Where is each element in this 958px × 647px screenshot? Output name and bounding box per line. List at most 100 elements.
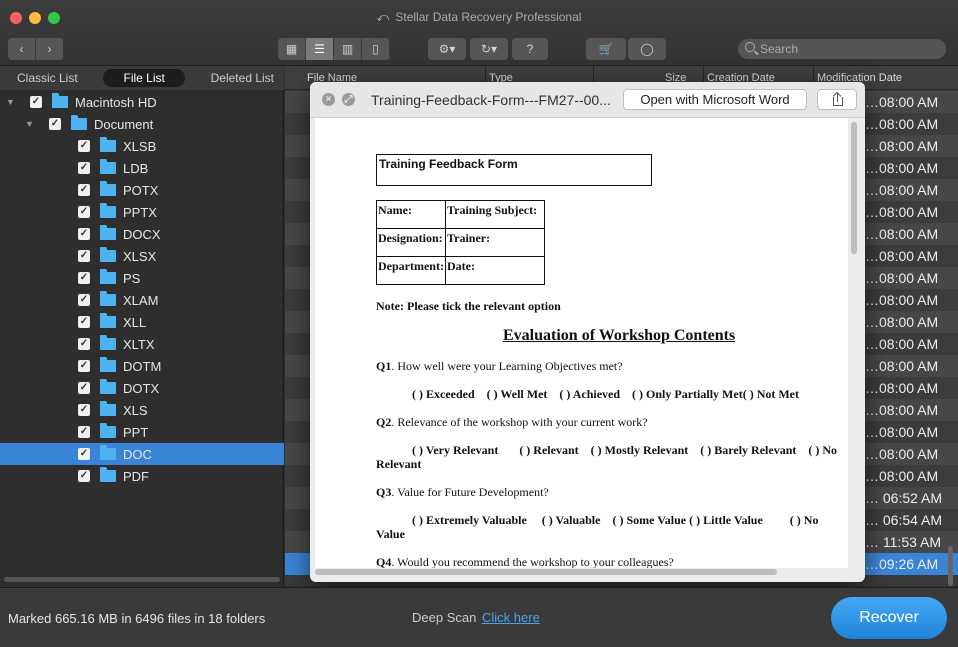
tree-item[interactable]: ✓ PPT	[0, 421, 284, 443]
sidebar-scrollbar[interactable]	[4, 577, 280, 582]
folder-icon	[100, 159, 116, 174]
checkbox[interactable]: ✓	[78, 228, 90, 240]
tree-item[interactable]: ✓ DOTX	[0, 377, 284, 399]
modification-date-cell: …08:00 AM	[865, 138, 939, 154]
checkbox[interactable]: ✓	[78, 360, 90, 372]
help-button[interactable]: ?	[512, 38, 548, 60]
info-cell: Trainer:	[445, 228, 545, 257]
modification-date-cell: …08:00 AM	[865, 182, 939, 198]
preview-window: × ⤢ Training-Feedback-Form---FM27--00...…	[310, 82, 865, 582]
question-number: Q4	[376, 555, 392, 568]
preview-vertical-scrollbar[interactable]	[851, 122, 857, 254]
tree-item[interactable]: ✓ POTX	[0, 179, 284, 201]
tree-item[interactable]: ✓ XLS	[0, 399, 284, 421]
column-view-icon[interactable]: ▥	[334, 38, 362, 60]
checkbox[interactable]: ✓	[78, 206, 90, 218]
tree-item[interactable]: ✓ XLSX	[0, 245, 284, 267]
modification-date-cell: …08:00 AM	[865, 380, 939, 396]
tree-item-label: XLSB	[123, 138, 157, 154]
checkbox[interactable]: ✓	[78, 382, 90, 394]
share-button[interactable]	[817, 89, 857, 110]
tree-item[interactable]: ✓ XLL	[0, 311, 284, 333]
tree-item[interactable]: ✓ PS	[0, 267, 284, 289]
tree-item[interactable]: ✓ XLTX	[0, 333, 284, 355]
chevron-left-icon[interactable]: ‹	[8, 38, 36, 60]
table-scrollbar[interactable]	[948, 546, 953, 586]
close-icon[interactable]: ×	[322, 93, 335, 106]
modification-date-cell: … 06:52 AM	[865, 490, 943, 506]
checkbox[interactable]: ✓	[78, 470, 90, 482]
checkbox[interactable]: ✓	[78, 316, 90, 328]
checkbox[interactable]: ✓	[78, 448, 90, 460]
history-button[interactable]: ↻▾	[470, 38, 508, 60]
question-number: Q2	[376, 415, 392, 429]
folder-icon	[100, 291, 116, 306]
modification-date-cell: … 06:54 AM	[865, 512, 943, 528]
question-text: . Relevance of the workshop with your cu…	[391, 415, 648, 429]
info-cell: Department:	[376, 256, 446, 285]
folder-icon	[71, 115, 87, 130]
checkbox[interactable]: ✓	[78, 272, 90, 284]
question-number: Q1	[376, 359, 392, 373]
tree-item[interactable]: ✓ DOCX	[0, 223, 284, 245]
tree-item[interactable]: ✓ PPTX	[0, 201, 284, 223]
checkbox[interactable]: ✓	[78, 140, 90, 152]
tree-item[interactable]: ✓ XLAM	[0, 289, 284, 311]
tree-item-label: XLTX	[123, 336, 155, 352]
fullscreen-icon[interactable]: ⤢	[342, 93, 355, 106]
question-1: Q1. How well were your Learning Objectiv…	[376, 359, 623, 374]
disclosure-triangle-icon[interactable]: ▼	[25, 119, 35, 129]
tree-item[interactable]: ✓ LDB	[0, 157, 284, 179]
document-page: Training Feedback Form Name: Training Su…	[315, 118, 848, 568]
search-input[interactable]: Search	[738, 39, 946, 59]
modification-date-cell: …08:00 AM	[865, 248, 939, 264]
tab-classic-list[interactable]: Classic List	[17, 71, 78, 85]
cart-button[interactable]: 🛒	[586, 38, 626, 60]
checkbox[interactable]: ✓	[78, 250, 90, 262]
deep-scan-link[interactable]: Click here	[482, 610, 540, 625]
view-mode-switcher: ▦ ☰ ▥ ▯	[278, 38, 390, 60]
preview-horizontal-scrollbar[interactable]	[315, 569, 777, 575]
disclosure-triangle-icon[interactable]: ▼	[6, 97, 16, 107]
tree-item[interactable]: ✓ PDF	[0, 465, 284, 487]
tree-item-label: PS	[123, 270, 141, 286]
recover-button[interactable]: Recover	[831, 597, 947, 639]
folder-icon	[100, 137, 116, 152]
checkbox[interactable]: ✓	[78, 404, 90, 416]
checkbox[interactable]: ✓	[78, 338, 90, 350]
folder-icon	[100, 247, 116, 262]
grid-view-icon[interactable]: ▦	[278, 38, 306, 60]
question-3-options-wrap: Value	[376, 527, 405, 541]
tree-item[interactable]: ✓ DOTM	[0, 355, 284, 377]
preview-title: Training-Feedback-Form---FM27--00...	[371, 92, 611, 108]
tree-item-label: XLSX	[123, 248, 157, 264]
chevron-right-icon[interactable]: ›	[36, 38, 64, 60]
tree-item[interactable]: ▼ ✓ Macintosh HD	[0, 91, 284, 113]
list-view-icon[interactable]: ☰	[306, 38, 334, 60]
settings-button[interactable]: ⚙▾	[428, 38, 466, 60]
tab-deleted-list[interactable]: Deleted List	[211, 71, 274, 85]
account-button[interactable]: ◯	[628, 38, 666, 60]
form-title: Training Feedback Form	[379, 157, 518, 171]
checkbox[interactable]: ✓	[78, 184, 90, 196]
tree-item[interactable]: ✓ XLSB	[0, 135, 284, 157]
info-table: Name: Training Subject: Designation: Tra…	[376, 200, 545, 285]
modification-date-cell: …08:00 AM	[865, 402, 939, 418]
info-cell: Name:	[376, 200, 446, 229]
tree-item[interactable]: ✓ DOC	[0, 443, 284, 465]
tree-item-label: Document	[94, 116, 154, 132]
deep-scan-label: Deep Scan	[412, 610, 477, 625]
note-text: Note: Please tick the relevant option	[376, 299, 561, 313]
modification-date-cell: …08:00 AM	[865, 446, 939, 462]
checkbox[interactable]: ✓	[30, 96, 42, 108]
coverflow-view-icon[interactable]: ▯	[362, 38, 390, 60]
checkbox[interactable]: ✓	[78, 162, 90, 174]
checkbox[interactable]: ✓	[78, 294, 90, 306]
tree-item-label: XLAM	[123, 292, 159, 308]
tab-file-list[interactable]: File List	[103, 69, 185, 87]
tree-item-label: DOTM	[123, 358, 162, 374]
tree-item[interactable]: ▼ ✓ Document	[0, 113, 284, 135]
checkbox[interactable]: ✓	[49, 118, 61, 130]
open-with-word-button[interactable]: Open with Microsoft Word	[623, 89, 807, 110]
checkbox[interactable]: ✓	[78, 426, 90, 438]
